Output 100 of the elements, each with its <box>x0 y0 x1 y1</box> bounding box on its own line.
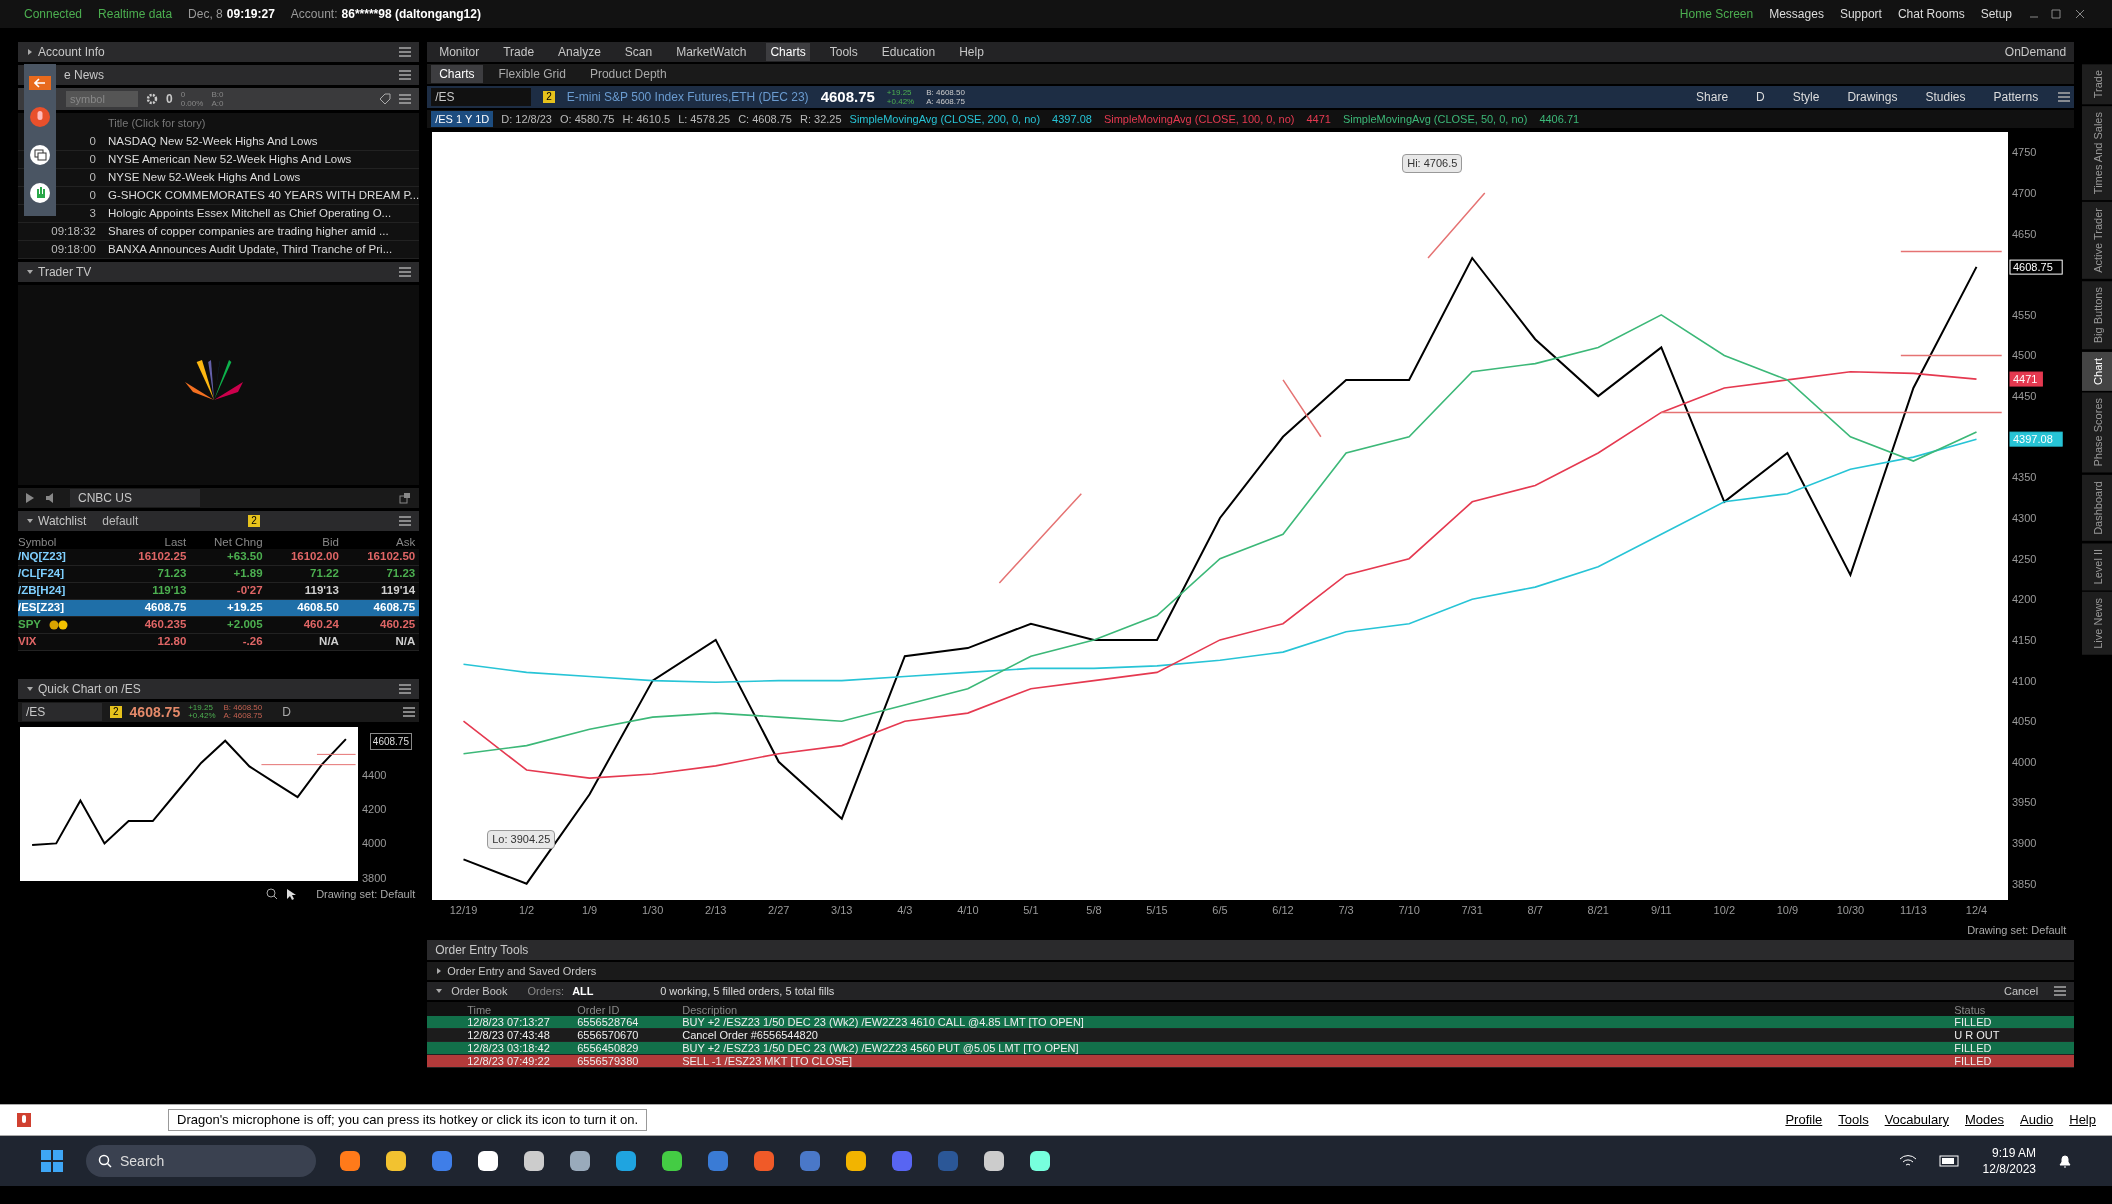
axis-label: 12/4 <box>1965 904 1988 916</box>
watchlist-row[interactable]: /CL[F24] 71.23 +1.89 71.22 71.23 <box>18 566 420 583</box>
axis-label: 5/8 <box>1086 904 1102 916</box>
order-row[interactable]: 12/8/23 07:49:22 6556579380 SELL -1 /ESZ23 MKT [TO CLOSE] FILLED <box>427 1055 2075 1068</box>
cancel-button[interactable]: Cancel <box>1995 982 2047 1000</box>
menu-tab[interactable]: MarketWatch <box>672 43 751 61</box>
menu-tab[interactable]: Help <box>955 43 988 61</box>
bell-icon[interactable] <box>2058 1153 2072 1169</box>
header-link[interactable]: Messages <box>1769 5 1824 23</box>
watchlist-selector[interactable]: default <box>102 512 213 530</box>
view-tab[interactable]: Product Depth <box>581 65 675 83</box>
table-cell-text: 6556450829 <box>577 1040 640 1056</box>
side-tab[interactable]: Live News <box>2082 592 2112 655</box>
news-time: 09:18:32 <box>51 223 96 239</box>
symbol-text: /NQ[Z23] <box>18 549 66 565</box>
popout-icon[interactable] <box>399 492 412 504</box>
dragon-menu-item[interactable]: Audio <box>2020 1110 2054 1130</box>
pointer-icon[interactable] <box>286 888 297 900</box>
hand-icon[interactable] <box>29 182 51 204</box>
menu-icon[interactable] <box>399 684 412 694</box>
watchlist-row[interactable]: SPY 460.235 +2.005 460.24 460.25 <box>18 617 420 634</box>
zoom-icon[interactable] <box>266 888 279 900</box>
watchlist-row[interactable]: VIX 12.80 -.26 N/A N/A <box>18 634 420 651</box>
header-link[interactable]: Home Screen <box>1679 5 1754 23</box>
price-cell-text: 16102.50 <box>366 549 417 565</box>
menu-tab[interactable]: Education <box>877 43 940 61</box>
caret-icon[interactable] <box>26 517 34 525</box>
back-button[interactable] <box>29 76 51 90</box>
battery-icon[interactable] <box>1938 1155 1961 1167</box>
menu-tab[interactable]: Scan <box>620 43 657 61</box>
toolbar-button[interactable]: Share <box>1688 88 1737 106</box>
symbol-text: /ZB[H24] <box>18 583 66 599</box>
toolbar-button[interactable]: Drawings <box>1839 88 1906 106</box>
microphone-icon[interactable] <box>29 106 51 128</box>
news-title: BANXA Announces Audit Update, Third Tranche of Pri... <box>108 241 393 257</box>
watchlist-row[interactable]: /NQ[Z23] 16102.25 +63.50 16102.00 16102.50 <box>18 549 420 566</box>
channel-field[interactable]: CNBC US <box>70 489 200 507</box>
column-header: Net Chng <box>213 535 264 549</box>
header-link[interactable]: Chat Rooms <box>1897 5 1965 23</box>
dragon-menu-item[interactable]: Vocabulary <box>1884 1110 1949 1130</box>
menu-icon[interactable] <box>399 47 412 57</box>
axis-label: 4150 <box>2012 633 2037 646</box>
microphone-off-icon[interactable] <box>16 1112 32 1128</box>
menu-icon[interactable] <box>399 70 412 80</box>
ondemand-button[interactable]: OnDemand <box>2004 43 2067 61</box>
symbol-field[interactable]: /ES <box>22 703 102 721</box>
side-tab[interactable]: Level II <box>2082 542 2112 591</box>
news-row[interactable]: 09:18:32 Shares of copper companies are trading higher amid ... <box>18 223 420 241</box>
menu-icon[interactable] <box>403 707 416 717</box>
menu-icon[interactable] <box>399 267 412 277</box>
side-tab[interactable]: Chart <box>2082 351 2112 391</box>
watchlist-row[interactable]: /ES[Z23] 4608.75 +19.25 4608.50 4608.75 <box>18 600 420 617</box>
aggregation-button[interactable]: D <box>282 703 291 721</box>
order-row[interactable]: 12/8/23 03:18:42 6556450829 BUY +2 /ESZ23 1/50 DEC 23 (Wk2) /EW2Z23 4560 PUT @5.05 LMT [TO OPEN] FILLED <box>427 1042 2075 1055</box>
axis-label: 7/10 <box>1398 904 1420 916</box>
header-link[interactable]: Setup <box>1980 5 2012 23</box>
caret-icon[interactable] <box>26 268 34 276</box>
menu-icon[interactable] <box>2058 92 2071 102</box>
dragon-menu-item[interactable]: Tools <box>1838 1110 1869 1130</box>
menu-tab[interactable]: Charts <box>766 43 810 61</box>
wifi-icon[interactable] <box>1898 1154 1917 1168</box>
news-row[interactable]: 09:18:00 BANXA Announces Audit Update, Third Tranche of Pri... <box>18 241 420 259</box>
side-tab[interactable]: Active Trader <box>2082 202 2112 280</box>
menu-icon[interactable] <box>399 516 412 526</box>
search-field[interactable]: Search <box>86 1145 316 1177</box>
menu-tab[interactable]: Tools <box>825 43 862 61</box>
toolbar-button[interactable]: Studies <box>1917 88 1974 106</box>
view-tab[interactable]: Flexible Grid <box>490 65 574 83</box>
order-row[interactable]: 12/8/23 07:13:27 6556528764 BUY +2 /ESZ23 1/50 DEC 23 (Wk2) /EW2Z23 4610 CALL @4.85 LMT [TO OPEN] FILLED <box>427 1016 2075 1029</box>
dragon-menu-item[interactable]: Modes <box>1964 1110 2004 1130</box>
windows-icon[interactable] <box>29 144 51 166</box>
axis-label: 3900 <box>2012 837 2037 850</box>
toolbar-button[interactable]: Style <box>1784 88 1828 106</box>
price-cell-text: 460.25 <box>379 617 417 633</box>
menu-tab[interactable]: Monitor <box>435 43 484 61</box>
dragon-menu-item[interactable]: Profile <box>1785 1110 1823 1130</box>
filter-value[interactable]: ALL <box>572 982 653 1000</box>
menu-icon[interactable] <box>2054 986 2067 996</box>
toolbar-button[interactable]: D <box>1748 88 1773 106</box>
side-tab[interactable]: Big Buttons <box>2082 281 2112 350</box>
side-tab[interactable]: Times And Sales <box>2082 106 2112 201</box>
menu-tab[interactable]: Analyze <box>554 43 605 61</box>
menu-icon[interactable] <box>399 94 412 104</box>
toolbar-button[interactable]: Patterns <box>1985 88 2047 106</box>
view-tab[interactable]: Charts <box>431 65 483 83</box>
caret-icon[interactable] <box>435 987 444 995</box>
order-row[interactable]: 12/8/23 07:43:48 6556570670 Cancel Order #6556544820 U R OUT <box>427 1029 2075 1042</box>
table-cell-text: 12/8/23 03:18:42 <box>466 1040 551 1056</box>
start-icon[interactable] <box>40 1149 64 1173</box>
side-tab[interactable]: Dashboard <box>2082 474 2112 541</box>
dragon-menu-item[interactable]: Help <box>2069 1110 2096 1130</box>
header-link[interactable]: Support <box>1839 5 1882 23</box>
side-tab[interactable]: Phase Scores <box>2082 392 2112 473</box>
tag-icon[interactable] <box>379 93 392 105</box>
caret-icon[interactable] <box>26 685 34 693</box>
caret-icon[interactable] <box>26 48 34 56</box>
side-tab[interactable]: Trade <box>2082 64 2112 105</box>
watchlist-row[interactable]: /ZB[H24] 119'13 -0'27 119'13 119'14 <box>18 583 420 600</box>
symbol-field[interactable]: /ES <box>431 88 532 106</box>
menu-tab[interactable]: Trade <box>499 43 539 61</box>
